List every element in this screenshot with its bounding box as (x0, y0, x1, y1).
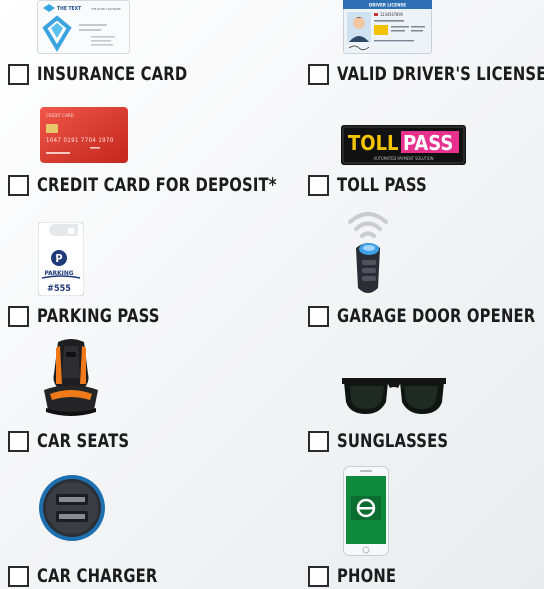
sunglasses-image (340, 376, 448, 416)
car-seats-checkbox[interactable] (8, 430, 29, 452)
car-seats-row: Car Seats (8, 430, 155, 452)
toll-text: TOLL (348, 131, 399, 155)
insurance-brand-text: THE TEXT (57, 6, 82, 12)
garage-door-opener-checkbox[interactable] (308, 305, 329, 327)
toll-pass-image: TOLL PASS AUTOMATED PAYMENT SOLUTION (341, 125, 466, 165)
credit-card-image: CREDIT CARD 1047 0191 7704 1970 (40, 107, 128, 163)
garage-door-opener-row: Garage Door Opener (308, 305, 544, 327)
sunglasses-label: Sunglasses (337, 430, 449, 452)
phone-label: Phone (337, 565, 397, 587)
svg-text:#555: #555 (47, 284, 71, 294)
insurance-card-row: Insurance Card (8, 63, 230, 85)
insurance-card-label: Insurance Card (37, 63, 188, 85)
phone-row: Phone (308, 565, 413, 587)
parking-pass-label: Parking Pass (37, 305, 160, 327)
phone-checkbox[interactable] (308, 565, 329, 587)
garage-door-opener-image (340, 208, 396, 298)
drivers-license-image: DRIVER LICENSE 1234567890 (343, 0, 432, 54)
car-charger-label: Car Charger (37, 565, 158, 587)
car-seats-label: Car Seats (37, 430, 130, 452)
sunglasses-checkbox[interactable] (308, 430, 329, 452)
drivers-license-row: Valid Driver's License (308, 63, 544, 85)
parking-pass-row: Parking Pass (8, 305, 194, 327)
drivers-license-label: Valid Driver's License (337, 63, 544, 85)
parking-pass-image: P PARKING #555 (38, 222, 84, 296)
toll-pass-checkbox[interactable] (308, 174, 329, 196)
credit-card-checkbox[interactable] (8, 174, 29, 196)
toll-pass-label: Toll Pass (337, 174, 427, 196)
svg-text:CREDIT CARD: CREDIT CARD (46, 113, 74, 119)
svg-text:THE NAME LASTNAME: THE NAME LASTNAME (91, 7, 121, 11)
phone-image (343, 466, 389, 556)
toll-pass-row: Toll Pass (308, 174, 452, 196)
parking-pass-checkbox[interactable] (8, 305, 29, 327)
credit-card-label: Credit Card for Deposit* (37, 174, 277, 196)
insurance-card-checkbox[interactable] (8, 63, 29, 85)
credit-card-row: Credit Card for Deposit* (8, 174, 344, 196)
svg-text:1047 0191 7704 1970: 1047 0191 7704 1970 (46, 137, 114, 144)
sunglasses-row: Sunglasses (308, 430, 480, 452)
svg-text:1234567890: 1234567890 (380, 12, 404, 17)
svg-text:DRIVER LICENSE: DRIVER LICENSE (369, 3, 407, 9)
pass-text: PASS (403, 131, 453, 155)
svg-text:P: P (55, 252, 62, 265)
car-seat-image (38, 338, 104, 418)
car-charger-row: Car Charger (8, 565, 191, 587)
insurance-card-image: THE TEXT THE NAME LASTNAME (37, 0, 130, 54)
drivers-license-checkbox[interactable] (308, 63, 329, 85)
car-charger-image (38, 474, 106, 542)
car-charger-checkbox[interactable] (8, 565, 29, 587)
garage-door-opener-label: Garage Door Opener (337, 305, 536, 327)
svg-text:AUTOMATED PAYMENT SOLUTION: AUTOMATED PAYMENT SOLUTION (374, 156, 434, 161)
